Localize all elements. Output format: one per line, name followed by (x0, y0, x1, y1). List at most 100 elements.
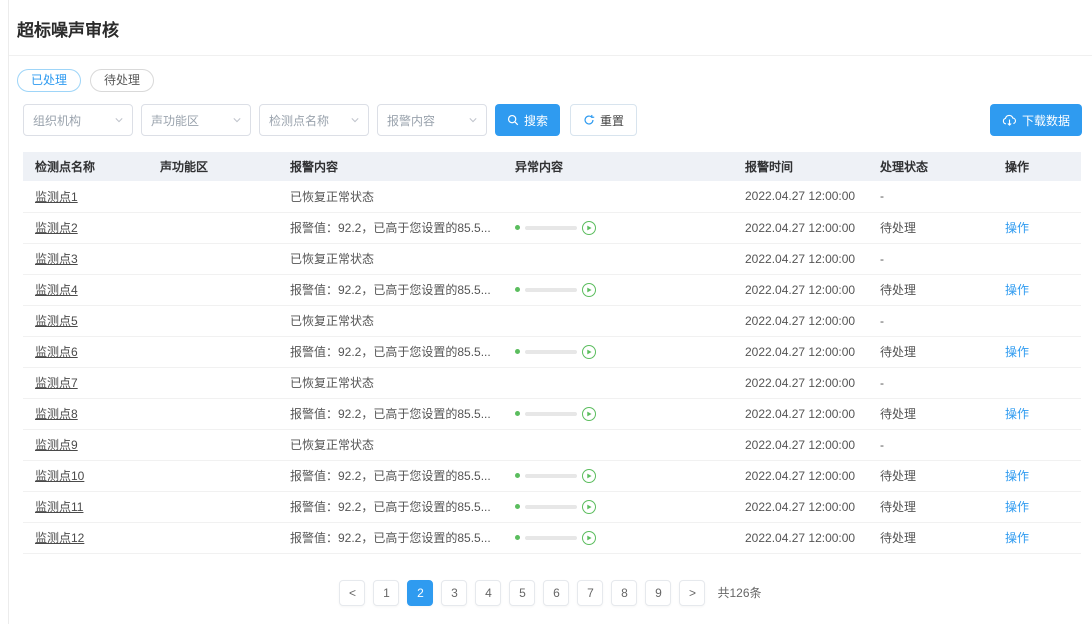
monitor-point-link[interactable]: 监测点5 (35, 314, 78, 328)
audio-progress-track[interactable] (525, 536, 577, 540)
alarm-content-select[interactable]: 报警内容 (377, 104, 487, 136)
alarm-time-cell: 2022.04.27 12:00:00 (733, 212, 868, 243)
status-cell: - (868, 181, 993, 212)
row-action-link[interactable]: 操作 (1005, 531, 1029, 545)
pagination-page-button[interactable]: 3 (441, 580, 467, 606)
page-title: 超标噪声审核 (9, 0, 1092, 55)
play-audio-button[interactable] (582, 469, 596, 483)
pagination-page-button[interactable]: 1 (373, 580, 399, 606)
pagination-next-button[interactable]: > (679, 580, 705, 606)
status-cell: - (868, 429, 993, 460)
alarm-content-cell: 已恢复正常状态 (278, 429, 503, 460)
monitor-point-link[interactable]: 监测点4 (35, 283, 78, 297)
download-data-button[interactable]: 下载数据 (990, 104, 1082, 136)
pagination-total-label: 共126条 (717, 584, 761, 601)
zone-select-placeholder: 声功能区 (151, 112, 199, 129)
play-icon (585, 224, 593, 232)
action-cell: 操作 (993, 336, 1081, 367)
audio-progress-track[interactable] (525, 505, 577, 509)
monitor-point-link[interactable]: 监测点3 (35, 252, 78, 266)
zone-select[interactable]: 声功能区 (141, 104, 251, 136)
play-audio-button[interactable] (582, 283, 596, 297)
monitor-point-link[interactable]: 监测点9 (35, 438, 78, 452)
audio-progress-track[interactable] (525, 412, 577, 416)
play-audio-button[interactable] (582, 500, 596, 514)
play-audio-button[interactable] (582, 407, 596, 421)
pagination-page-button[interactable]: 6 (543, 580, 569, 606)
org-select[interactable]: 组织机构 (23, 104, 133, 136)
status-cell: 待处理 (868, 212, 993, 243)
play-audio-button[interactable] (582, 531, 596, 545)
tab-processed[interactable]: 已处理 (17, 69, 81, 92)
col-action: 操作 (993, 152, 1081, 181)
monitor-point-link[interactable]: 监测点6 (35, 345, 78, 359)
search-button[interactable]: 搜索 (495, 104, 560, 136)
pagination-page-button[interactable]: 8 (611, 580, 637, 606)
row-action-link[interactable]: 操作 (1005, 500, 1029, 514)
action-cell: 操作 (993, 460, 1081, 491)
status-cell: - (868, 243, 993, 274)
pagination-prev-button[interactable]: < (339, 580, 365, 606)
monitor-point-link[interactable]: 监测点11 (35, 500, 83, 514)
play-icon (585, 348, 593, 356)
pagination-page-button[interactable]: 7 (577, 580, 603, 606)
alarm-content-cell: 报警值：92.2，已高于您设置的85.5... (278, 336, 503, 367)
table-header-row: 检测点名称 声功能区 报警内容 异常内容 报警时间 处理状态 操作 (23, 152, 1081, 181)
tab-pending[interactable]: 待处理 (90, 69, 154, 92)
row-action-link[interactable]: 操作 (1005, 283, 1029, 297)
table-row: 监测点3已恢复正常状态2022.04.27 12:00:00- (23, 243, 1081, 274)
monitor-point-link[interactable]: 监测点10 (35, 469, 84, 483)
audio-progress-handle[interactable] (515, 287, 520, 292)
play-icon (585, 534, 593, 542)
status-cell: 待处理 (868, 274, 993, 305)
row-action-link[interactable]: 操作 (1005, 221, 1029, 235)
row-action-link[interactable]: 操作 (1005, 345, 1029, 359)
zone-cell (148, 243, 278, 274)
monitor-point-link[interactable]: 监测点8 (35, 407, 78, 421)
audio-progress-handle[interactable] (515, 349, 520, 354)
alarm-time-cell: 2022.04.27 12:00:00 (733, 429, 868, 460)
alarm-content-cell: 报警值：92.2，已高于您设置的85.5... (278, 398, 503, 429)
audio-progress-track[interactable] (525, 226, 577, 230)
status-cell: - (868, 367, 993, 398)
row-action-link[interactable]: 操作 (1005, 407, 1029, 421)
alarm-time-cell: 2022.04.27 12:00:00 (733, 460, 868, 491)
reset-button[interactable]: 重置 (570, 104, 637, 136)
audio-progress-handle[interactable] (515, 535, 520, 540)
audio-progress-track[interactable] (525, 474, 577, 478)
row-action-link[interactable]: 操作 (1005, 469, 1029, 483)
audio-progress-handle[interactable] (515, 473, 520, 478)
zone-cell (148, 336, 278, 367)
status-cell: 待处理 (868, 460, 993, 491)
abnormal-content-cell (503, 429, 733, 460)
play-audio-button[interactable] (582, 345, 596, 359)
monitor-point-link[interactable]: 监测点2 (35, 221, 78, 235)
audio-progress-handle[interactable] (515, 411, 520, 416)
refresh-icon (583, 114, 595, 126)
monitor-point-link[interactable]: 监测点12 (35, 531, 84, 545)
noise-audit-table: 检测点名称 声功能区 报警内容 异常内容 报警时间 处理状态 操作 监测点1已恢… (23, 152, 1081, 554)
monitor-point-link[interactable]: 监测点1 (35, 190, 78, 204)
pagination-page-button[interactable]: 9 (645, 580, 671, 606)
audio-progress-track[interactable] (525, 350, 577, 354)
audio-progress-handle[interactable] (515, 504, 520, 509)
audio-progress-track[interactable] (525, 288, 577, 292)
audio-progress-handle[interactable] (515, 225, 520, 230)
pagination-page-button[interactable]: 4 (475, 580, 501, 606)
monitor-point-link[interactable]: 监测点7 (35, 376, 78, 390)
col-alarm: 报警内容 (278, 152, 503, 181)
pagination-page-button[interactable]: 5 (509, 580, 535, 606)
reset-button-label: 重置 (600, 112, 624, 129)
abnormal-content-cell (503, 460, 733, 491)
play-icon (585, 503, 593, 511)
zone-cell (148, 274, 278, 305)
filter-bar: 组织机构 声功能区 检测点名称 报警内容 搜索 重置 下载数据 (9, 92, 1092, 146)
play-audio-button[interactable] (582, 221, 596, 235)
audio-player (515, 345, 721, 359)
alarm-content-cell: 报警值：92.2，已高于您设置的85.5... (278, 491, 503, 522)
point-name-select[interactable]: 检测点名称 (259, 104, 369, 136)
pagination-page-button[interactable]: 2 (407, 580, 433, 606)
table-row: 监测点1已恢复正常状态2022.04.27 12:00:00- (23, 181, 1081, 212)
content-card: 超标噪声审核 已处理 待处理 组织机构 声功能区 检测点名称 报警内容 搜索 重… (8, 0, 1092, 624)
audio-player (515, 531, 721, 545)
